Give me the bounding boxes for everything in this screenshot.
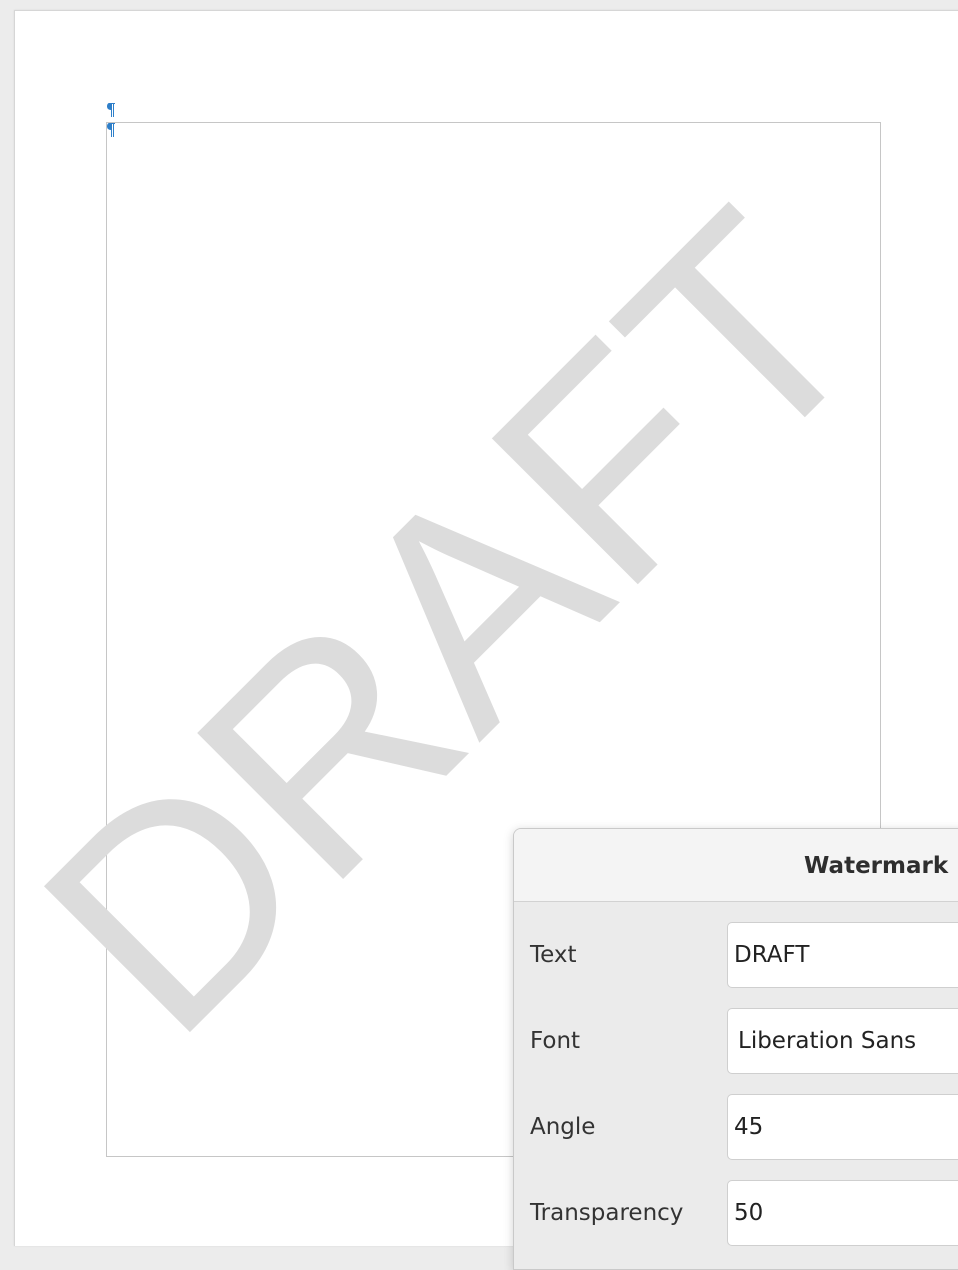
font-select[interactable]: Liberation Sans <box>727 1008 958 1074</box>
dialog-body: Text Font Liberation Sans Angle Transpar… <box>514 902 958 1269</box>
text-input[interactable] <box>727 922 958 988</box>
text-label: Text <box>530 942 577 968</box>
angle-label: Angle <box>530 1114 596 1140</box>
dialog-header[interactable]: Watermark <box>514 829 958 902</box>
angle-row: Angle <box>514 1094 958 1164</box>
paragraph-mark-icon <box>107 123 115 137</box>
transparency-row: Transparency <box>514 1180 958 1250</box>
transparency-label: Transparency <box>530 1200 684 1226</box>
angle-spinbox[interactable] <box>727 1094 958 1160</box>
transparency-spinbox[interactable] <box>727 1180 958 1246</box>
font-row: Font Liberation Sans <box>514 1008 958 1078</box>
font-label: Font <box>530 1028 581 1054</box>
paragraph-mark-icon <box>107 103 115 117</box>
text-row: Text <box>514 922 958 992</box>
watermark-dialog[interactable]: Watermark Text Font Liberation Sans Angl… <box>513 828 958 1270</box>
dialog-title: Watermark <box>804 853 949 879</box>
